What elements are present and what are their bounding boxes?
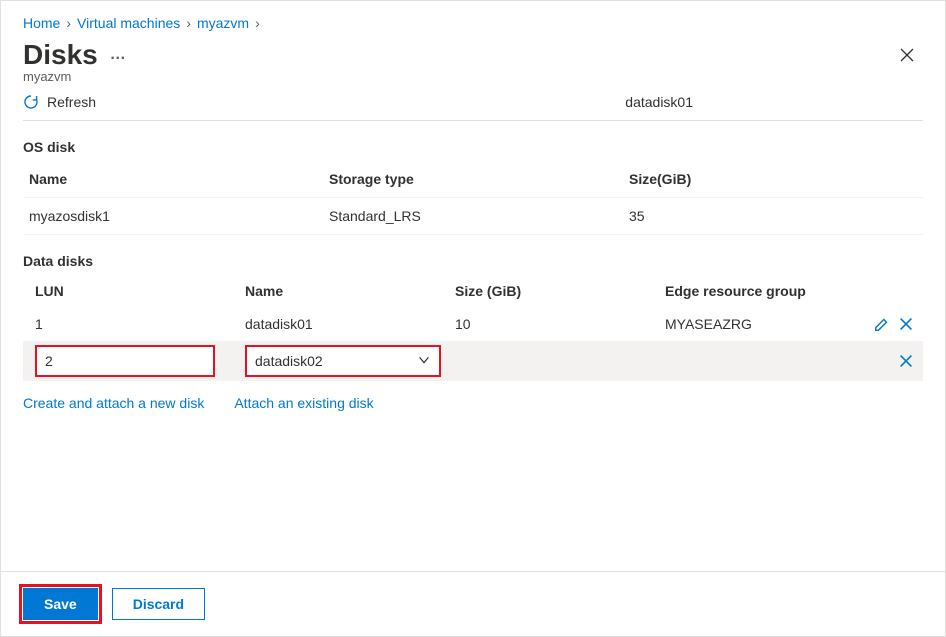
chevron-right-icon: › [186, 15, 191, 31]
save-button[interactable]: Save [23, 588, 98, 620]
disk-name-select[interactable]: datadisk02 [245, 345, 441, 377]
refresh-button[interactable]: Refresh [23, 94, 96, 110]
breadcrumb-vm[interactable]: myazvm [197, 15, 249, 31]
col-size: Size (GiB) [455, 283, 665, 299]
edit-icon[interactable] [873, 315, 891, 333]
disk-name-value: datadisk02 [255, 353, 323, 369]
data-disk-row: 1 datadisk01 10 MYASEAZRG [23, 307, 923, 341]
data-disks-section-title: Data disks [23, 253, 923, 269]
breadcrumb-virtual-machines[interactable]: Virtual machines [77, 15, 180, 31]
toolbar-context: datadisk01 [625, 94, 693, 110]
breadcrumb: Home › Virtual machines › myazvm › [23, 11, 923, 39]
os-disk-row: myazosdisk1 Standard_LRS 35 [23, 198, 923, 235]
col-name: Name [29, 171, 329, 187]
lun-input[interactable]: 2 [35, 345, 215, 377]
attach-existing-link[interactable]: Attach an existing disk [234, 395, 373, 411]
col-size: Size(GiB) [629, 171, 917, 187]
detach-icon[interactable] [897, 352, 915, 370]
cell-lun: 1 [35, 316, 245, 332]
lun-value: 2 [45, 353, 53, 369]
cell-storage: Standard_LRS [329, 208, 629, 224]
col-lun: LUN [35, 283, 245, 299]
chevron-right-icon: › [66, 15, 71, 31]
refresh-icon [23, 94, 39, 110]
col-name: Name [245, 283, 455, 299]
col-storage-type: Storage type [329, 171, 629, 187]
cell-rg: MYASEAZRG [665, 316, 847, 332]
chevron-right-icon: › [255, 15, 260, 31]
cell-name: myazosdisk1 [29, 208, 329, 224]
refresh-label: Refresh [47, 94, 96, 110]
chevron-down-icon [417, 353, 431, 370]
detach-icon[interactable] [897, 315, 915, 333]
page-title: Disks [23, 39, 98, 71]
os-disk-section-title: OS disk [23, 139, 923, 155]
cell-size: 10 [455, 316, 665, 332]
cell-size: 35 [629, 208, 917, 224]
close-icon[interactable] [891, 39, 923, 76]
more-icon[interactable]: … [110, 46, 128, 64]
breadcrumb-home[interactable]: Home [23, 15, 60, 31]
discard-button[interactable]: Discard [112, 588, 205, 620]
create-attach-link[interactable]: Create and attach a new disk [23, 395, 204, 411]
toolbar: Refresh datadisk01 [23, 84, 923, 121]
footer: Save Discard [1, 571, 945, 636]
data-disk-edit-row: 2 datadisk02 [23, 341, 923, 381]
cell-name: datadisk01 [245, 316, 455, 332]
page-subtitle: myazvm [23, 69, 891, 84]
col-edge-rg: Edge resource group [665, 283, 847, 299]
